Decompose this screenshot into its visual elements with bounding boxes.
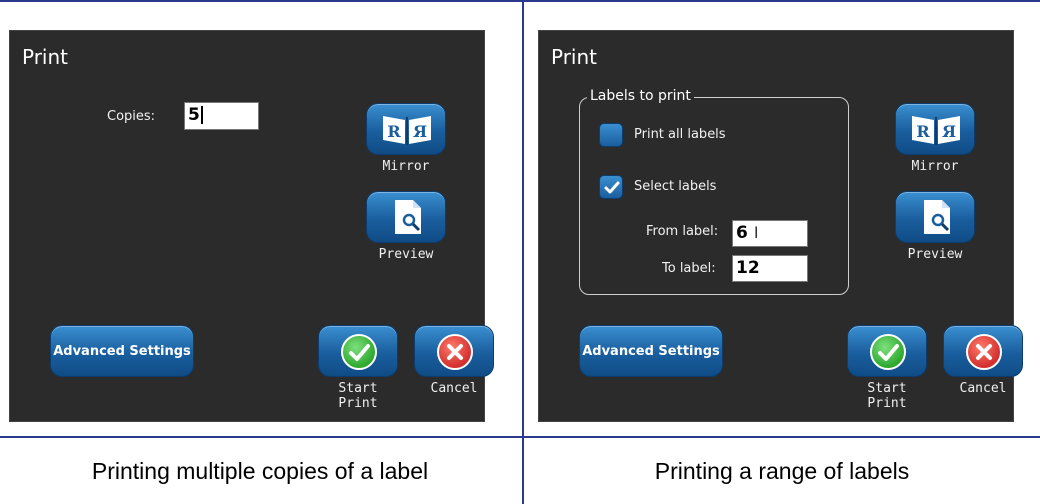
top-rule <box>0 0 1040 2</box>
start-print-label: Start Print <box>847 381 927 411</box>
preview-button[interactable] <box>366 191 446 243</box>
mirror-button[interactable]: R Я <box>895 103 975 155</box>
caption-rule <box>0 436 1040 438</box>
group-title: Labels to print <box>587 88 694 104</box>
cancel-label: Cancel <box>430 381 478 396</box>
start-print-button[interactable] <box>847 325 927 377</box>
mirror-glyph-right: Я <box>413 122 427 141</box>
copies-input[interactable]: 5 <box>184 102 259 130</box>
x-circle-icon <box>966 334 1002 370</box>
print-all-labels-label: Print all labels <box>634 127 726 142</box>
select-labels-label: Select labels <box>634 179 717 194</box>
print-dialog-copies: Print Copies: 5 R Я Mirror Preview Advan… <box>9 30 494 422</box>
mirror-glyph-right: Я <box>942 122 956 141</box>
mirror-glyph-left: R <box>387 122 401 141</box>
caption-range: Printing a range of labels <box>654 458 910 484</box>
start-label-line1: Start <box>338 381 378 396</box>
advanced-settings-button[interactable]: Advanced Settings <box>50 325 194 377</box>
ibeam-cursor-icon: I <box>753 223 759 242</box>
dialog-title: Print <box>551 45 598 69</box>
preview-label: Preview <box>907 247 963 262</box>
copies-value: 5 <box>188 105 200 125</box>
start-print-label: Start Print <box>318 381 398 411</box>
print-dialog-range: Print Labels to print Print all labels S… <box>538 30 1023 422</box>
from-label-input[interactable]: 6I <box>732 220 808 247</box>
mirror-icon: R Я <box>912 116 960 145</box>
mirror-icon: R Я <box>383 116 431 145</box>
preview-icon <box>395 200 421 234</box>
preview-button[interactable] <box>895 191 975 243</box>
mirror-glyph-left: R <box>916 122 930 141</box>
x-circle-icon <box>437 334 473 370</box>
cancel-button[interactable] <box>943 325 1023 377</box>
mirror-label: Mirror <box>911 159 959 174</box>
copies-label: Copies: <box>107 109 156 124</box>
start-print-button[interactable] <box>318 325 398 377</box>
preview-label: Preview <box>378 247 434 262</box>
to-label-input[interactable]: 12 <box>732 255 808 282</box>
start-label-line2: Print <box>867 396 907 411</box>
print-all-labels-checkbox[interactable] <box>599 123 623 147</box>
mirror-label: Mirror <box>382 159 430 174</box>
from-label-label: From label: <box>646 224 719 239</box>
cancel-label: Cancel <box>959 381 1007 396</box>
center-divider <box>522 0 524 504</box>
caption-copies: Printing multiple copies of a label <box>91 458 429 484</box>
select-labels-checkbox[interactable] <box>599 175 623 199</box>
advanced-settings-button[interactable]: Advanced Settings <box>579 325 723 377</box>
mirror-button[interactable]: R Я <box>366 103 446 155</box>
check-circle-icon <box>870 334 906 370</box>
cancel-button[interactable] <box>414 325 494 377</box>
dialog-title: Print <box>22 45 69 69</box>
text-caret <box>200 106 203 124</box>
start-label-line1: Start <box>867 381 907 396</box>
checkmark-icon <box>604 181 620 194</box>
from-label-value: 6 <box>736 223 748 243</box>
preview-icon <box>924 200 950 234</box>
to-label-value: 12 <box>736 258 760 278</box>
check-circle-icon <box>341 334 377 370</box>
to-label-label: To label: <box>662 261 716 276</box>
start-label-line2: Print <box>338 396 378 411</box>
